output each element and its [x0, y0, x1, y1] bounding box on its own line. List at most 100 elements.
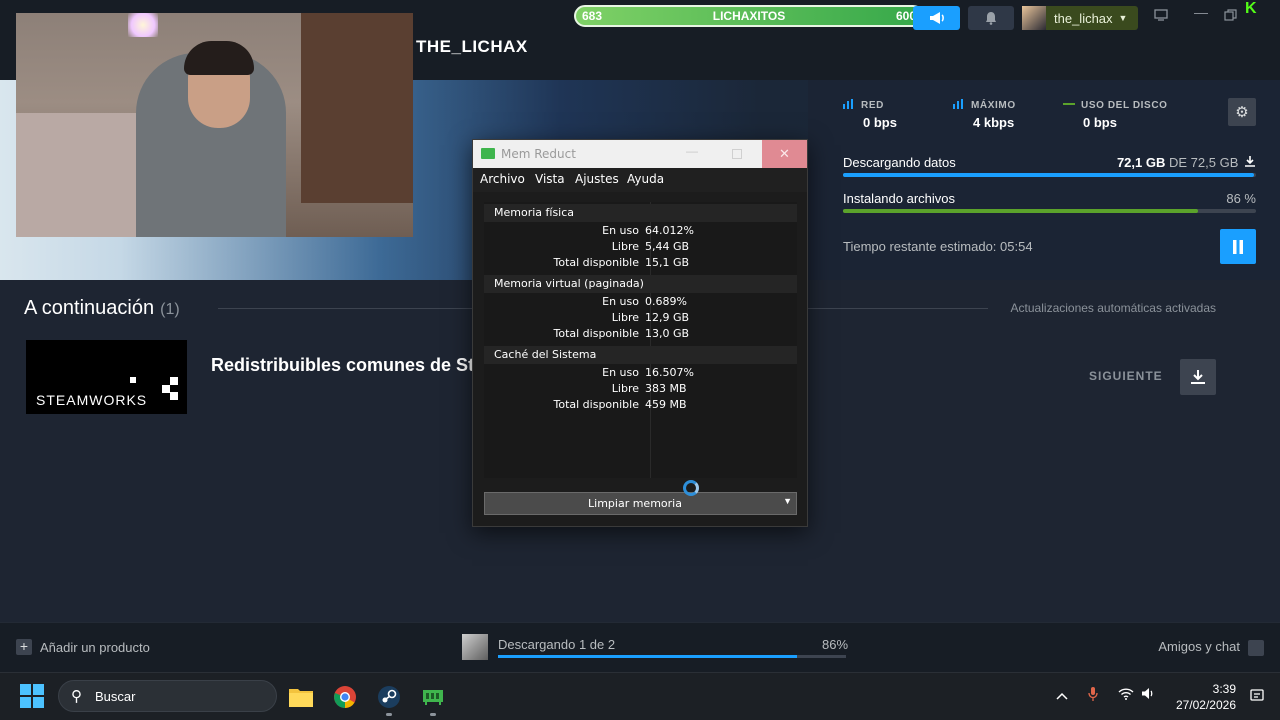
- group-physical: Memoria física: [484, 204, 797, 222]
- notification-icon[interactable]: [1250, 688, 1264, 705]
- menu-settings[interactable]: Ajustes: [575, 172, 619, 186]
- volume-icon[interactable]: [1141, 687, 1155, 703]
- user-name: the_lichax: [1054, 10, 1113, 26]
- group-cache: Caché del Sistema: [484, 346, 797, 364]
- download-settings-button[interactable]: ⚙: [1228, 98, 1256, 126]
- running-indicator: [430, 713, 436, 716]
- list-item-value: 12,9 GB: [645, 311, 690, 324]
- stat-network-value: 0 bps: [863, 115, 897, 130]
- footer-progress-bar: [498, 655, 846, 658]
- maximize-button[interactable]: [732, 149, 742, 159]
- announcements-button[interactable]: [913, 6, 960, 30]
- maximize-button[interactable]: [1224, 8, 1237, 24]
- line-icon: [1063, 103, 1075, 105]
- list-item-key: En uso: [602, 295, 639, 308]
- avatar: [1022, 6, 1046, 30]
- memreduct-window: Mem Reduct — ✕ Archivo Vista Ajustes Ayu…: [472, 139, 808, 527]
- download-icon: [1191, 370, 1205, 384]
- search-icon: ⚲: [71, 688, 82, 705]
- list-item-key: Total disponible: [553, 256, 639, 269]
- memreduct-taskbar-icon[interactable]: [420, 684, 446, 710]
- auto-updates-text: Actualizaciones automáticas activadas: [1010, 301, 1216, 315]
- install-progress-bar: [843, 209, 1256, 213]
- list-item-value: 15,1 GB: [645, 256, 690, 269]
- pause-icon: [1233, 239, 1243, 254]
- bars-icon: [843, 99, 853, 109]
- memreduct-app-icon: [481, 148, 495, 159]
- queue-item-title[interactable]: Redistribuibles comunes de Steamworks: [211, 355, 472, 376]
- list-item-key: Libre: [611, 311, 639, 324]
- chevron-down-icon[interactable]: ▼: [783, 496, 792, 506]
- steamworks-logo[interactable]: STEAMWORKS: [26, 340, 187, 414]
- gear-icon: ⚙: [1235, 104, 1249, 121]
- footer-download-status[interactable]: Descargando 1 de 2: [498, 637, 615, 652]
- clean-memory-button[interactable]: Limpiar memoria ▼: [484, 492, 797, 515]
- list-item-value: 5,44 GB: [645, 240, 690, 253]
- add-product-button[interactable]: + Añadir un producto: [16, 639, 150, 655]
- download-label: Descargando datos: [843, 155, 956, 170]
- game-title: THE_LICHAX: [416, 37, 528, 56]
- eta-text: Tiempo restante estimado: 05:54: [843, 239, 1033, 254]
- steam-footer: [0, 622, 1280, 672]
- menu-view[interactable]: Vista: [535, 172, 565, 186]
- pause-button[interactable]: [1220, 229, 1256, 264]
- divider: [218, 308, 472, 309]
- list-item-key: Libre: [611, 240, 639, 253]
- close-button[interactable]: ✕: [762, 140, 807, 168]
- plus-icon: +: [16, 639, 32, 655]
- chevron-down-icon: ▼: [1118, 13, 1128, 23]
- taskbar-search[interactable]: ⚲ Buscar: [58, 680, 277, 712]
- list-item-value: 459 MB: [645, 398, 687, 411]
- queue-item-status: SIGUIENTE: [1089, 369, 1163, 383]
- queue-download-button[interactable]: [1180, 359, 1216, 395]
- friends-icon[interactable]: [1248, 640, 1264, 656]
- memreduct-titlebar[interactable]: Mem Reduct — ✕: [473, 140, 807, 168]
- stat-network: RED 0 bps: [843, 99, 897, 130]
- big-picture-icon[interactable]: [1154, 8, 1168, 24]
- stat-peak: MÁXIMO 4 kbps: [953, 99, 1016, 130]
- menu-help[interactable]: Ayuda: [627, 172, 664, 186]
- download-progress-bar: [843, 173, 1256, 177]
- list-item-value: 16.507%: [645, 366, 694, 379]
- bell-icon: [986, 12, 996, 25]
- steam-icon[interactable]: [376, 684, 402, 710]
- minimize-button[interactable]: —: [686, 144, 698, 158]
- list-item-value: 13,0 GB: [645, 327, 690, 340]
- list-item-key: Total disponible: [553, 398, 639, 411]
- clock-time: 3:39: [1212, 682, 1236, 696]
- wifi-icon[interactable]: [1118, 687, 1134, 703]
- list-item-value: 383 MB: [645, 382, 687, 395]
- start-button[interactable]: [20, 684, 44, 708]
- menu-file[interactable]: Archivo: [480, 172, 525, 186]
- stat-disk: USO DEL DISCO 0 bps: [1063, 99, 1168, 130]
- bars-icon: [953, 99, 963, 109]
- download-thumbnail: [462, 634, 488, 660]
- notifications-button[interactable]: [968, 6, 1014, 30]
- chrome-icon[interactable]: [332, 684, 358, 710]
- taskbar-clock[interactable]: 3:39 27/02/2026: [1176, 681, 1236, 713]
- clock-date: 27/02/2026: [1175, 698, 1236, 712]
- install-label: Instalando archivos: [843, 191, 956, 206]
- microphone-icon[interactable]: [1088, 686, 1098, 705]
- loading-spinner-icon: [683, 480, 699, 496]
- footer-download-percent: 86%: [822, 637, 849, 652]
- memreduct-menubar: Archivo Vista Ajustes Ayuda: [473, 168, 807, 192]
- stream-goal-bar: LICHAXITOS 683 600: [574, 5, 924, 27]
- download-icon: [1245, 156, 1255, 167]
- file-explorer-icon[interactable]: [288, 684, 314, 710]
- list-item-value: 64.012%: [645, 224, 694, 237]
- list-item-key: Total disponible: [553, 327, 639, 340]
- stat-peak-value: 4 kbps: [973, 115, 1015, 130]
- minimize-button[interactable]: —: [1194, 4, 1208, 20]
- goal-current: 683: [582, 9, 603, 23]
- kick-logo-icon: K: [1245, 0, 1257, 17]
- chevron-up-icon[interactable]: [1056, 687, 1068, 703]
- divider: [808, 308, 988, 309]
- list-item-value: 0.689%: [645, 295, 687, 308]
- friends-chat-button[interactable]: Amigos y chat: [1158, 639, 1240, 654]
- group-virtual: Memoria virtual (paginada): [484, 275, 797, 293]
- user-menu[interactable]: the_lichax ▼: [1022, 6, 1138, 30]
- memreduct-title: Mem Reduct: [501, 147, 576, 161]
- download-amount: 72,1 GB DE 72,5 GB: [1117, 155, 1256, 170]
- list-item-key: En uso: [602, 224, 639, 237]
